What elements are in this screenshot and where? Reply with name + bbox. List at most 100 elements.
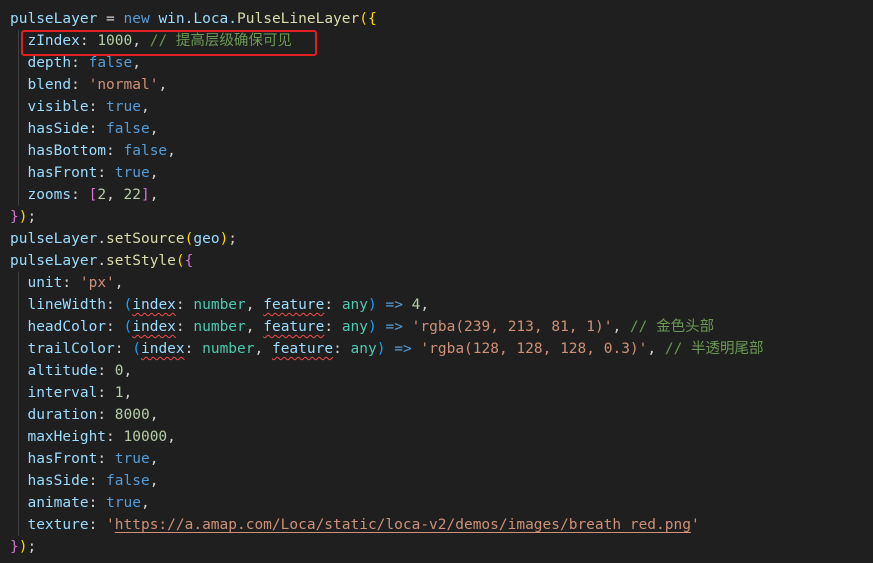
code-token-key: hasFront [27, 451, 98, 467]
code-token-comma: , [612, 319, 622, 335]
code-token-class: PulseLineLayer [237, 11, 360, 27]
code-token-variable: pulseLayer [10, 253, 98, 269]
code-token-bracket: ({ [359, 11, 377, 27]
code-line-22[interactable]: hasSide: false, [10, 470, 158, 492]
code-line-7[interactable]: hasBottom: false, [10, 140, 175, 162]
code-token-colon: : [106, 319, 124, 335]
code-line-5[interactable]: visible: true, [10, 96, 150, 118]
code-token-boolean: true [114, 165, 150, 181]
code-line-11[interactable]: pulseLayer.setSource(geo); [10, 228, 237, 250]
code-line-23[interactable]: animate: true, [10, 492, 149, 514]
code-token-url-link[interactable]: https://a.amap.com/Loca/static/loca-v2/d… [115, 517, 691, 533]
code-token-function: setSource [106, 231, 185, 247]
code-line-10[interactable]: }); [10, 206, 36, 228]
code-token-colon: : [71, 55, 89, 71]
code-token-key: trailColor [27, 341, 115, 357]
code-token-number: 10000 [123, 429, 168, 445]
code-token-comma: , [114, 275, 124, 291]
code-token-comma: , [140, 99, 150, 115]
code-token-arrow: => [385, 341, 421, 357]
code-token-param-error[interactable]: index [141, 341, 185, 357]
code-line-13[interactable]: unit: 'px', [10, 272, 124, 294]
code-token-bracket: ] [141, 187, 150, 203]
code-token-param-error[interactable]: index [132, 297, 176, 313]
code-token-function: setStyle [106, 253, 176, 269]
code-token-boolean: true [106, 99, 141, 115]
code-token-key: texture [27, 517, 89, 533]
code-line-12[interactable]: pulseLayer.setStyle({ [10, 250, 193, 272]
code-token-separator: , [245, 319, 264, 335]
code-token-type: any [350, 341, 377, 357]
code-token-number: 0 [114, 363, 124, 379]
code-token-type: any [341, 297, 369, 313]
code-token-key: hasSide [27, 121, 89, 137]
code-token-separator: , [254, 341, 272, 357]
code-line-25[interactable]: }); [10, 536, 36, 558]
code-token-keyword: new [123, 11, 150, 27]
code-token-bracket: ) [368, 297, 377, 313]
code-token-colon: : [88, 517, 107, 533]
code-token-comma: , [149, 473, 159, 489]
code-line-21[interactable]: hasFront: true, [10, 448, 158, 470]
code-token-boolean: false [106, 473, 150, 489]
code-token-key: lineWidth [27, 297, 107, 313]
code-token-colon: : [62, 275, 80, 291]
code-token-number: 8000 [114, 407, 150, 423]
code-token-param-error[interactable]: index [132, 319, 176, 335]
code-token-colon: : [97, 165, 115, 181]
code-editor[interactable]: pulseLayer = new win.Loca.PulseLineLayer… [0, 0, 873, 563]
code-token-arrow: => [376, 297, 412, 313]
code-token-quote: ' [690, 517, 700, 533]
code-line-3[interactable]: depth: false, [10, 52, 141, 74]
code-line-17[interactable]: altitude: 0, [10, 360, 132, 382]
code-token-type: number [193, 319, 246, 335]
code-token-bracket: ( [123, 297, 133, 313]
code-line-8[interactable]: hasFront: true, [10, 162, 158, 184]
code-token-key: animate [27, 495, 89, 511]
code-token-key: hasSide [27, 473, 89, 489]
code-token-argument: geo [193, 231, 220, 247]
code-token-comma: , [132, 55, 141, 71]
code-line-1[interactable]: pulseLayer = new win.Loca.PulseLineLayer… [10, 8, 377, 30]
code-token-key: depth [27, 55, 72, 71]
code-token-bracket: } [10, 539, 19, 555]
code-token-key: unit [27, 275, 63, 291]
code-token-comma: , [647, 341, 657, 357]
code-line-4[interactable]: blend: 'normal', [10, 74, 167, 96]
code-token-semicolon: ; [27, 209, 37, 225]
code-token-boolean: true [106, 495, 141, 511]
code-token-colon: : [324, 297, 342, 313]
code-token-bracket: ( [132, 341, 141, 357]
code-token-separator: , [245, 297, 264, 313]
code-line-16[interactable]: trailColor: (index: number, feature: any… [10, 338, 763, 360]
code-token-colon: : [97, 407, 115, 423]
code-line-18[interactable]: interval: 1, [10, 382, 132, 404]
code-token-key: altitude [27, 363, 98, 379]
code-line-24[interactable]: texture: 'https://a.amap.com/Loca/static… [10, 514, 700, 536]
code-line-20[interactable]: maxHeight: 10000, [10, 426, 175, 448]
code-line-15[interactable]: headColor: (index: number, feature: any)… [10, 316, 714, 338]
code-token-key: blend [27, 77, 72, 93]
code-token-colon: : [97, 385, 115, 401]
code-token-param-error[interactable]: feature [272, 341, 333, 357]
code-line-14[interactable]: lineWidth: (index: number, feature: any)… [10, 294, 429, 316]
code-token-bracket: ) [368, 319, 377, 335]
code-token-param-error[interactable]: feature [263, 297, 324, 313]
code-token-number: 2 [97, 187, 107, 203]
code-token-comma: , [149, 407, 159, 423]
code-token-colon: : [114, 341, 133, 357]
code-line-6[interactable]: hasSide: false, [10, 118, 158, 140]
code-token-colon: : [88, 99, 107, 115]
code-token-bracket: ( [175, 253, 185, 269]
code-token-comma: , [149, 451, 159, 467]
code-token-colon: : [106, 297, 124, 313]
code-token-string: 'normal' [88, 77, 159, 93]
code-token-param-error[interactable]: feature [263, 319, 324, 335]
code-line-9[interactable]: zooms: [2, 22], [10, 184, 158, 206]
code-token-key: hasFront [27, 165, 98, 181]
code-token-dot: . [97, 231, 107, 247]
code-line-19[interactable]: duration: 8000, [10, 404, 158, 426]
code-token-colon: : [175, 297, 194, 313]
code-token-separator: , [106, 187, 124, 203]
code-token-type: any [341, 319, 369, 335]
